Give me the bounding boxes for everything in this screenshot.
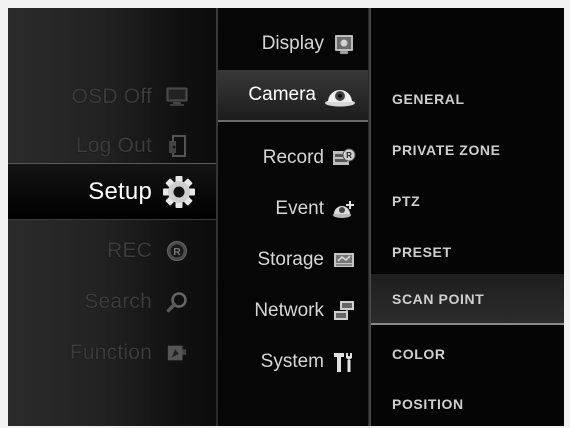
menu-item-label: Search (84, 290, 152, 313)
setup-item-label: Camera (248, 84, 316, 105)
main-menu: OSD Off Log Out Setup REC R Search Funct… (8, 8, 218, 426)
camera-item-preset[interactable]: PRESET (371, 226, 564, 277)
camera-item-general[interactable]: GENERAL (371, 73, 564, 124)
tools-icon (332, 350, 356, 374)
camera-item-ptz[interactable]: PTZ (371, 175, 564, 226)
menu-item-rec[interactable]: REC R (8, 226, 218, 276)
camera-item-scan-point[interactable]: SCAN POINT (371, 274, 564, 325)
svg-text:R: R (346, 151, 352, 160)
camera-submenu: GENERAL PRIVATE ZONE PTZ PRESET SCAN POI… (371, 8, 564, 426)
menu-item-label: Log Out (75, 134, 152, 157)
menu-item-label: REC (107, 239, 152, 262)
storage-icon (332, 248, 356, 272)
setup-item-record[interactable]: Record R (218, 132, 368, 183)
setup-item-system[interactable]: System (218, 336, 368, 387)
setup-item-label: System (260, 350, 324, 372)
function-icon (166, 342, 188, 364)
magnifier-icon (166, 291, 188, 313)
setup-item-display[interactable]: Display (218, 18, 368, 69)
monitor-icon (166, 86, 188, 108)
dome-camera-icon (324, 83, 356, 107)
menu-item-label: Function (69, 341, 152, 364)
menu-item-function[interactable]: Function (8, 328, 218, 378)
event-icon (332, 197, 356, 221)
menu-item-osd-off[interactable]: OSD Off (8, 72, 218, 122)
camera-item-private-zone[interactable]: PRIVATE ZONE (371, 124, 564, 175)
dvr-setup-screen: OSD Off Log Out Setup REC R Search Funct… (8, 8, 564, 426)
setup-menu: Display Camera Record R Event Storage Ne… (218, 8, 371, 426)
menu-item-setup[interactable]: Setup (8, 163, 218, 220)
menu-item-label: OSD Off (71, 85, 152, 108)
setup-item-label: Network (254, 299, 324, 321)
setup-item-label: Display (261, 32, 324, 54)
setup-item-network[interactable]: Network (218, 285, 368, 336)
setup-item-label: Event (275, 197, 324, 219)
setup-item-label: Storage (257, 248, 324, 270)
setup-item-label: Record (262, 146, 324, 168)
network-icon (332, 299, 356, 323)
svg-text:R: R (173, 247, 181, 258)
display-icon (332, 32, 356, 56)
menu-item-label: Setup (88, 177, 152, 205)
camera-item-position[interactable]: POSITION (371, 378, 564, 426)
record-settings-icon: R (332, 146, 356, 170)
record-icon: R (166, 240, 188, 262)
logout-icon (166, 135, 188, 157)
setup-item-storage[interactable]: Storage (218, 234, 368, 285)
gear-icon (162, 175, 196, 209)
menu-item-search[interactable]: Search (8, 277, 218, 327)
camera-item-color[interactable]: COLOR (371, 328, 564, 379)
setup-item-camera[interactable]: Camera (218, 70, 368, 122)
setup-item-event[interactable]: Event (218, 183, 368, 234)
